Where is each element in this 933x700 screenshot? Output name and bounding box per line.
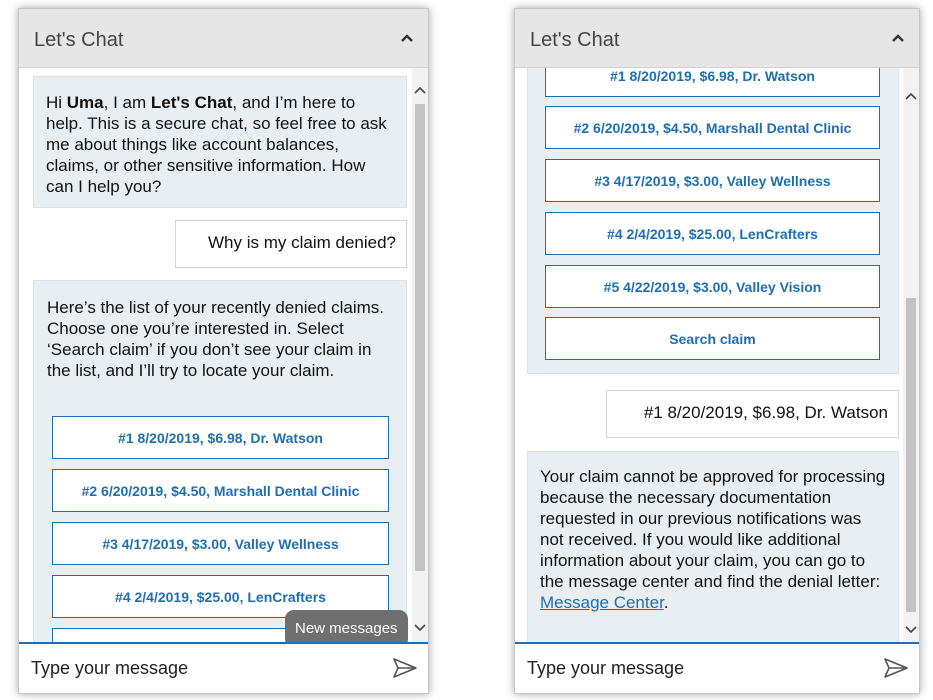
message-center-link[interactable]: Message Center bbox=[540, 593, 664, 612]
bot-greeting-message: Hi Uma, I am Let's Chat, and I’m here to… bbox=[33, 76, 407, 208]
scrollbar[interactable] bbox=[412, 68, 428, 643]
chat-messages: #1 8/20/2019, $6.98, Dr. Watson #2 6/20/… bbox=[515, 68, 919, 643]
scroll-up-arrow-icon[interactable] bbox=[905, 92, 917, 100]
claim-option-1[interactable]: #1 8/20/2019, $6.98, Dr. Watson bbox=[545, 68, 880, 97]
chat-title: Let's Chat bbox=[530, 29, 620, 51]
claim-option-3[interactable]: #3 4/17/2019, $3.00, Valley Wellness bbox=[52, 522, 389, 565]
scroll-down-arrow-icon[interactable] bbox=[905, 626, 917, 634]
chat-window-left: Let's Chat Hi Uma, I am Let's Chat, and … bbox=[18, 8, 429, 694]
message-input[interactable] bbox=[527, 654, 847, 682]
bot-name: Let's Chat bbox=[150, 93, 233, 112]
user-question-text: Why is my claim denied? bbox=[207, 233, 396, 252]
answer-end: . bbox=[663, 593, 669, 612]
chevron-up-icon[interactable] bbox=[891, 33, 905, 43]
claim-option-2[interactable]: #2 6/20/2019, $4.50, Marshall Dental Cli… bbox=[52, 469, 389, 512]
user-question-message: Why is my claim denied? bbox=[175, 220, 407, 268]
scrollbar-thumb[interactable] bbox=[415, 104, 425, 571]
claims-intro-text: Here’s the list of your recently denied … bbox=[47, 298, 385, 380]
chat-header: Let's Chat bbox=[19, 9, 428, 68]
chat-window-right: Let's Chat #1 8/20/2019, $6.98, Dr. Wats… bbox=[514, 8, 920, 694]
claim-option-2[interactable]: #2 6/20/2019, $4.50, Marshall Dental Cli… bbox=[545, 106, 880, 149]
claim-option-4[interactable]: #4 2/4/2019, $25.00, LenCrafters bbox=[545, 212, 880, 255]
claim-option-5[interactable]: #5 4/22/2019, $3.00, Valley Vision bbox=[545, 265, 880, 308]
send-icon[interactable] bbox=[392, 657, 418, 679]
claim-option-1[interactable]: #1 8/20/2019, $6.98, Dr. Watson bbox=[52, 416, 389, 459]
chat-title: Let's Chat bbox=[34, 29, 124, 51]
answer-text: Your claim cannot be approved for proces… bbox=[540, 467, 886, 591]
scrollbar[interactable] bbox=[903, 68, 919, 643]
message-input-bar bbox=[515, 642, 919, 693]
greeting-text-1: Hi bbox=[46, 93, 67, 112]
message-input[interactable] bbox=[31, 654, 351, 682]
chevron-up-icon[interactable] bbox=[400, 33, 414, 43]
bot-answer-message: Your claim cannot be approved for proces… bbox=[527, 451, 899, 643]
message-input-bar bbox=[19, 642, 428, 693]
search-claim-button[interactable]: Search claim bbox=[545, 317, 880, 360]
scroll-down-arrow-icon[interactable] bbox=[414, 624, 426, 632]
user-selection-message: #1 8/20/2019, $6.98, Dr. Watson bbox=[606, 390, 899, 438]
scrollbar-thumb[interactable] bbox=[906, 298, 916, 612]
user-selection-text: #1 8/20/2019, $6.98, Dr. Watson bbox=[643, 403, 888, 422]
scroll-up-arrow-icon[interactable] bbox=[414, 86, 426, 94]
chat-header: Let's Chat bbox=[515, 9, 919, 68]
greeting-text-2: , I am bbox=[103, 93, 151, 112]
send-icon[interactable] bbox=[883, 657, 909, 679]
claim-option-3[interactable]: #3 4/17/2019, $3.00, Valley Wellness bbox=[545, 159, 880, 202]
chat-messages: Hi Uma, I am Let's Chat, and I’m here to… bbox=[19, 68, 428, 643]
user-name: Uma bbox=[66, 93, 104, 112]
new-messages-button[interactable]: New messages bbox=[285, 610, 408, 643]
